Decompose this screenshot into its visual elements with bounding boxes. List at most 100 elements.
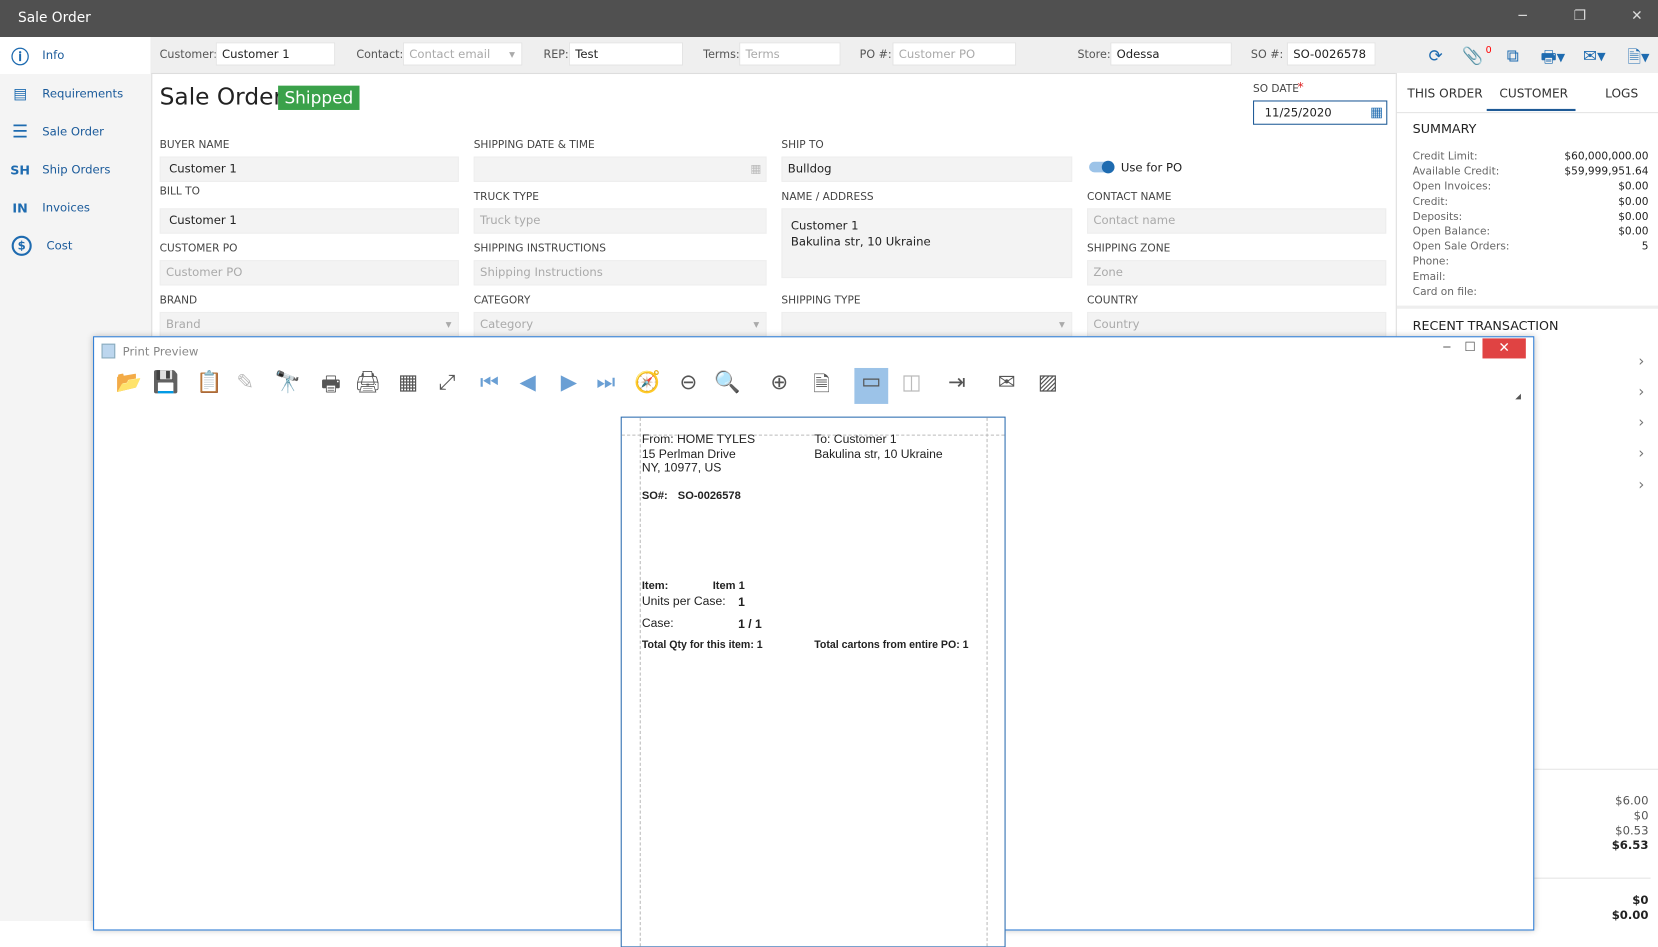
- use-for-po-toggle[interactable]: [1089, 160, 1115, 174]
- chevron-right-icon[interactable]: ›: [1638, 415, 1644, 432]
- name-address-input[interactable]: Customer 1 Bakulina str, 10 Ukraine: [781, 208, 1073, 279]
- refresh-icon[interactable]: ⟳: [1429, 45, 1443, 65]
- shipping-date-input[interactable]: ▦: [473, 156, 767, 182]
- sidebar-item-cost[interactable]: $ Cost: [0, 227, 150, 264]
- email-icon[interactable]: ✉: [990, 369, 1024, 394]
- next-page-icon[interactable]: ▶: [552, 369, 586, 394]
- toolbar-overflow-icon[interactable]: ◢: [1515, 392, 1521, 400]
- store-input[interactable]: Odessa: [1110, 42, 1232, 66]
- summary-value: $0.00: [1618, 181, 1649, 193]
- calendar-icon[interactable]: ▦: [1370, 102, 1383, 124]
- list-icon: ☰: [12, 121, 29, 143]
- country-select[interactable]: Country: [1087, 311, 1387, 338]
- chevron-right-icon[interactable]: ›: [1638, 384, 1644, 401]
- so-date-input[interactable]: 11/25/2020 ▦: [1253, 100, 1388, 125]
- print-preview-icon: [101, 343, 116, 359]
- watermark-icon[interactable]: ▨: [1031, 369, 1065, 394]
- quick-print-icon[interactable]: 🖨: [351, 369, 385, 394]
- tab-logs[interactable]: LOGS: [1605, 86, 1638, 101]
- find-icon[interactable]: 🔭: [271, 369, 305, 394]
- buyer-name-input[interactable]: Customer 1: [159, 156, 459, 182]
- rep-input[interactable]: Test: [568, 42, 684, 66]
- attachment-icon[interactable]: 📎: [1462, 45, 1483, 65]
- edit-icon[interactable]: ✎: [228, 369, 262, 394]
- shipping-date-label: SHIPPING DATE & TIME: [473, 139, 595, 152]
- contact-name-input[interactable]: Contact name: [1087, 208, 1387, 234]
- single-page-icon[interactable]: ▭: [854, 367, 889, 404]
- summary-row: Email:: [1413, 271, 1649, 283]
- close-icon[interactable]: ✕: [1626, 8, 1647, 24]
- print-icon[interactable]: 🖶: [314, 369, 348, 405]
- po-input[interactable]: Customer PO: [892, 42, 1017, 66]
- fit-icon[interactable]: ⤢: [430, 369, 464, 394]
- info-icon: ⓘ: [11, 47, 30, 69]
- summary-row: Credit Limit: $60,000,000.00: [1413, 151, 1649, 163]
- address-line: Customer 1: [790, 218, 859, 233]
- chevron-right-icon[interactable]: ›: [1638, 353, 1644, 370]
- tab-customer[interactable]: CUSTOMER: [1499, 86, 1568, 101]
- from-line: NY, 10977, US: [641, 462, 722, 475]
- navigate-icon[interactable]: 🧭: [630, 369, 664, 394]
- prev-page-icon[interactable]: ◀: [511, 369, 545, 394]
- brand-label: BRAND: [159, 295, 198, 307]
- customer-input[interactable]: Customer 1: [215, 42, 336, 66]
- shipping-zone-input[interactable]: Zone: [1087, 260, 1387, 286]
- tab-this-order[interactable]: THIS ORDER: [1407, 86, 1482, 101]
- summary-value: $60,000,000.00: [1564, 151, 1649, 163]
- chevron-right-icon[interactable]: ›: [1638, 445, 1644, 462]
- sidebar-item-invoices[interactable]: IN Invoices: [0, 189, 150, 226]
- sidebar-item-ship-orders[interactable]: SH Ship Orders: [0, 151, 150, 188]
- to-line: To: Customer 1: [814, 433, 897, 447]
- maximize-icon[interactable]: ☐: [1464, 339, 1475, 354]
- page-setup-icon[interactable]: ▦: [391, 369, 425, 394]
- last-page-icon[interactable]: ⏭: [589, 369, 623, 394]
- email-menu-icon[interactable]: ✉▾: [1583, 45, 1606, 65]
- page-view-icon[interactable]: 🗎: [805, 369, 839, 405]
- from-line: From: HOME TYLES: [641, 433, 756, 447]
- restore-icon[interactable]: ❐: [1569, 8, 1590, 24]
- minimize-icon[interactable]: ─: [1512, 8, 1533, 24]
- document-menu-icon[interactable]: 🗎▾: [1627, 45, 1649, 74]
- category-select[interactable]: Category: [473, 311, 767, 338]
- summary-label: Phone:: [1412, 256, 1450, 268]
- contact-select[interactable]: Contact email: [402, 42, 523, 67]
- shipping-instructions-label: SHIPPING INSTRUCTIONS: [473, 243, 607, 255]
- so-date-label: SO DATE: [1253, 83, 1299, 96]
- terms-label: Terms:: [703, 48, 740, 62]
- paste-icon[interactable]: 📋: [192, 369, 226, 394]
- brand-select[interactable]: Brand: [159, 311, 459, 338]
- ship-to-input[interactable]: Bulldog: [781, 156, 1073, 182]
- chevron-right-icon[interactable]: ›: [1638, 477, 1644, 494]
- truck-type-input[interactable]: Truck type: [473, 208, 767, 234]
- folder-open-icon[interactable]: 📂: [112, 369, 146, 394]
- bill-to-input[interactable]: Customer 1: [159, 208, 459, 234]
- export-icon[interactable]: ⇥: [940, 369, 974, 394]
- save-icon[interactable]: 💾: [149, 369, 183, 394]
- print-menu-icon[interactable]: 🖶▾: [1541, 45, 1565, 74]
- required-mark: *: [1297, 79, 1304, 95]
- zoom-icon[interactable]: 🔍: [711, 369, 745, 394]
- sidebar-item-sale-order[interactable]: ☰ Sale Order: [0, 113, 150, 150]
- terms-input[interactable]: Terms: [739, 42, 841, 66]
- calendar-icon[interactable]: ▦: [750, 158, 761, 181]
- zoom-in-icon[interactable]: ⊕: [762, 369, 796, 394]
- buyer-name-label: BUYER NAME: [159, 139, 230, 152]
- first-page-icon[interactable]: ⏮: [473, 369, 507, 394]
- amount: $0.53: [1615, 823, 1649, 838]
- shipping-instructions-input[interactable]: Shipping Instructions: [473, 260, 767, 286]
- customer-po-input[interactable]: Customer PO: [159, 260, 459, 286]
- summary-row: Open Balance: $0.00: [1413, 226, 1649, 238]
- so-number-input[interactable]: SO-0026578: [1286, 42, 1376, 66]
- item-label: Item:: [641, 579, 669, 593]
- sidebar-item-requirements[interactable]: ▤ Requirements: [0, 75, 150, 112]
- summary-label: Open Sale Orders:: [1412, 241, 1510, 253]
- copy-icon[interactable]: ⧉: [1507, 45, 1519, 66]
- sidebar-item-info[interactable]: ⓘ Info: [0, 37, 151, 75]
- minimize-icon[interactable]: ─: [1443, 340, 1450, 354]
- shipping-type-select[interactable]: [781, 311, 1073, 338]
- units-value: 1: [738, 596, 745, 610]
- multi-page-icon[interactable]: ◫: [895, 369, 929, 394]
- zoom-out-icon[interactable]: ⊖: [671, 369, 705, 394]
- close-button[interactable]: ✕: [1482, 338, 1526, 359]
- so-date-value: 11/25/2020: [1264, 105, 1332, 120]
